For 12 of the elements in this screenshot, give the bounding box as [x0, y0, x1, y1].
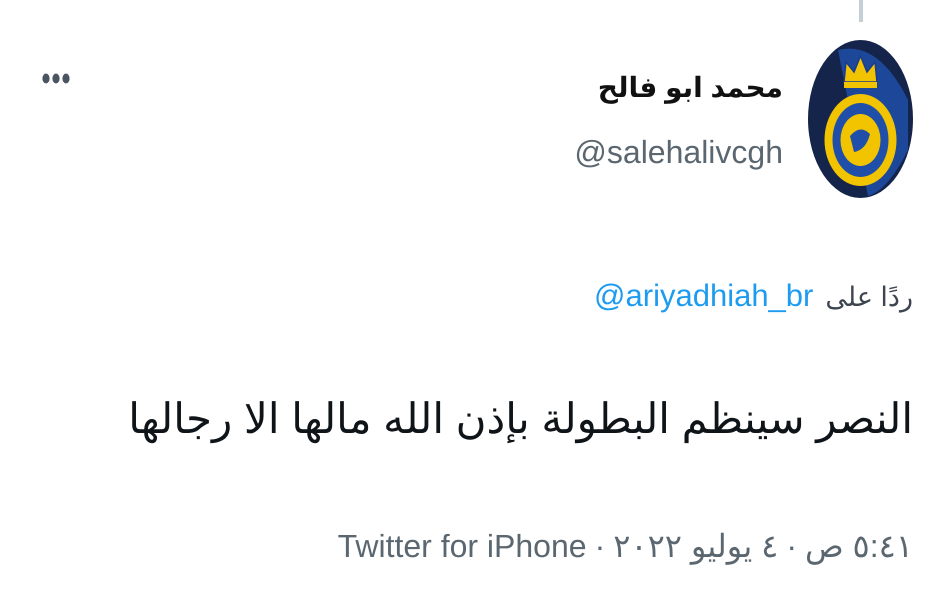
source-link[interactable]: Twitter for iPhone: [338, 523, 587, 569]
tweet-date[interactable]: ٤ يوليو ٢٠٢٢: [613, 523, 778, 569]
tweet-time[interactable]: ٥:٤١ ص: [804, 523, 913, 569]
crest-avatar-icon[interactable]: [808, 40, 913, 198]
separator-dot: ·: [594, 527, 606, 566]
reply-label: ردًا على: [825, 281, 913, 315]
reply-handle-link[interactable]: @ariyadhiah_br: [594, 276, 814, 316]
display-name[interactable]: محمد ابو فالح: [598, 68, 783, 108]
user-handle[interactable]: @salehalivcgh: [574, 132, 783, 172]
more-icon[interactable]: [42, 73, 70, 84]
separator-dot: ·: [786, 527, 797, 566]
tweet-text: النصر سينظم البطولة بإذن الله مالها الا رجالها: [127, 394, 913, 446]
